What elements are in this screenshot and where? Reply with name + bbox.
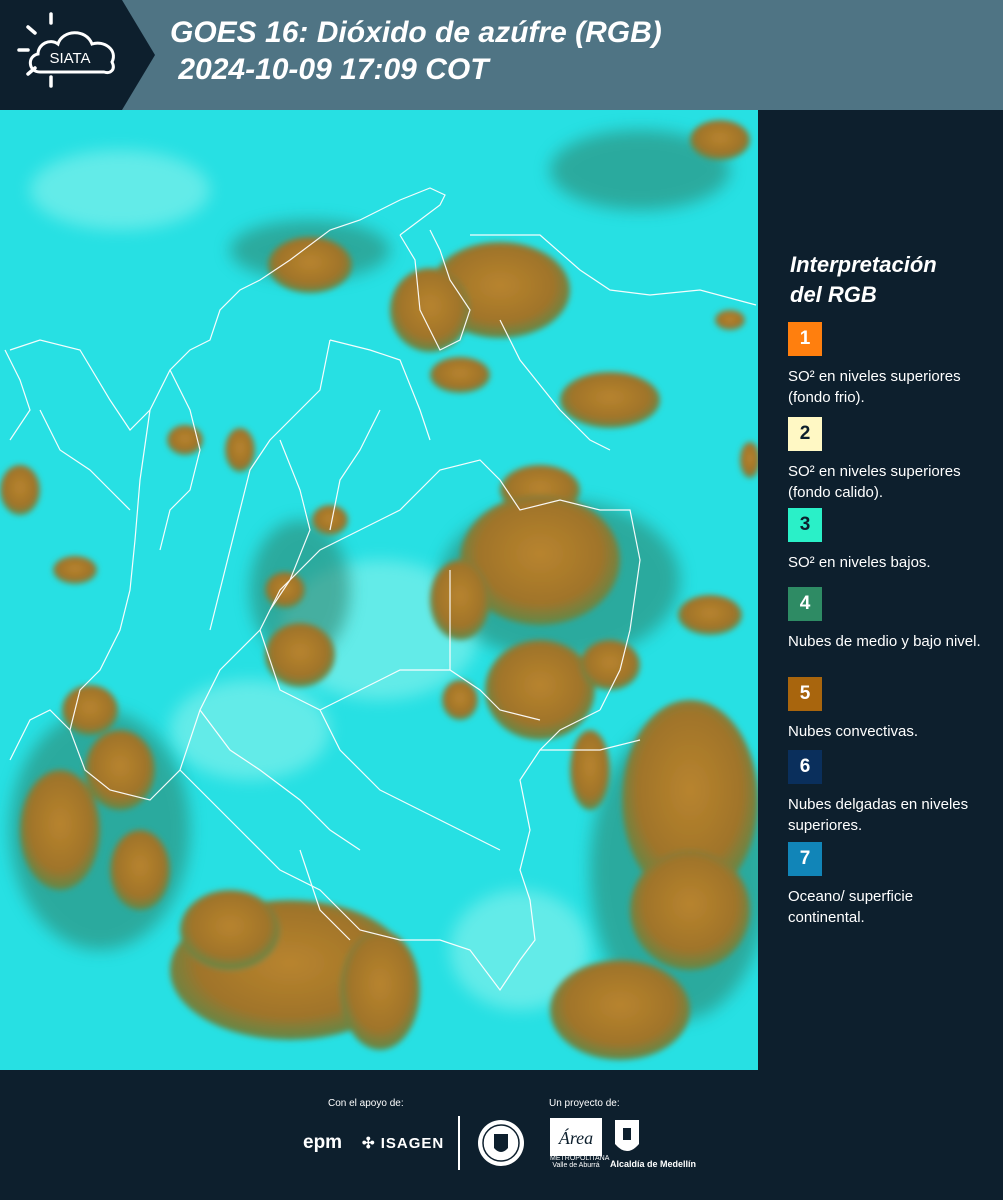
alcaldia-text: Alcaldía de Medellín — [610, 1159, 697, 1169]
legend-title: Interpretación del RGB — [790, 250, 937, 310]
legend-item-1: 1 SO² en niveles superiores (fondo frio)… — [788, 322, 993, 408]
legend-swatch-3: 3 — [788, 508, 822, 542]
footer: Con el apoyo de: Un proyecto de: epm ✣ I… — [0, 1070, 1003, 1200]
satellite-map — [0, 110, 758, 1070]
project-label: Un proyecto de: — [549, 1098, 620, 1109]
legend-text-4: Nubes de medio y bajo nivel. — [788, 633, 981, 650]
legend-panel: Interpretación del RGB 1 SO² en niveles … — [758, 110, 1003, 1070]
legend-swatch-2: 2 — [788, 417, 822, 451]
legend-item-5: 5 Nubes convectivas. — [788, 677, 993, 742]
siata-logo: SIATA — [0, 0, 155, 110]
title-line-2: 2024-10-09 17:09 COT — [170, 53, 489, 86]
area-sub-1: METROPOLITANA — [550, 1155, 610, 1162]
legend-swatch-7: 7 — [788, 842, 822, 876]
legend-text-5: Nubes convectivas. — [788, 723, 919, 740]
alcaldia-shield-icon — [612, 1118, 642, 1163]
legend-text-2: SO² en niveles superiores (fondo calido)… — [788, 463, 961, 501]
title-line-1: GOES 16: Dióxido de azúfre (RGB) — [170, 16, 662, 49]
legend-swatch-6: 6 — [788, 750, 822, 784]
page-title: GOES 16: Dióxido de azúfre (RGB) 2024-10… — [170, 14, 662, 88]
area-sub-2: Valle de Aburrá — [552, 1162, 600, 1169]
medellin-seal-icon — [476, 1118, 526, 1173]
area-logo-text: Área — [558, 1127, 593, 1148]
isagen-text: ISAGEN — [380, 1135, 445, 1152]
epm-logo: epm — [303, 1132, 343, 1153]
isagen-icon: ✣ — [362, 1135, 381, 1152]
legend-swatch-5: 5 — [788, 677, 822, 711]
legend-item-4: 4 Nubes de medio y bajo nivel. — [788, 587, 993, 652]
legend-item-2: 2 SO² en niveles superiores (fondo calid… — [788, 417, 993, 503]
header-bar: SIATA GOES 16: Dióxido de azúfre (RGB) 2… — [0, 0, 1003, 110]
logo-text: SIATA — [49, 50, 90, 67]
legend-item-6: 6 Nubes delgadas en niveles superiores. — [788, 750, 993, 836]
legend-item-3: 3 SO² en niveles bajos. — [788, 508, 993, 573]
legend-title-line-1: Interpretación — [790, 252, 937, 277]
legend-swatch-1: 1 — [788, 322, 822, 356]
legend-item-7: 7 Oceano/ superficie continental. — [788, 842, 993, 928]
legend-text-1: SO² en niveles superiores (fondo frio). — [788, 368, 961, 406]
footer-divider — [458, 1116, 460, 1170]
legend-text-7: Oceano/ superficie continental. — [788, 888, 914, 926]
legend-text-3: SO² en niveles bajos. — [788, 554, 931, 571]
isagen-logo: ✣ ISAGEN — [362, 1134, 444, 1152]
legend-text-6: Nubes delgadas en niveles superiores. — [788, 796, 969, 834]
legend-swatch-4: 4 — [788, 587, 822, 621]
legend-title-line-2: del RGB — [790, 282, 877, 307]
area-metropolitana-caption: METROPOLITANA Valle de Aburrá — [550, 1155, 610, 1169]
support-label: Con el apoyo de: — [328, 1098, 404, 1109]
